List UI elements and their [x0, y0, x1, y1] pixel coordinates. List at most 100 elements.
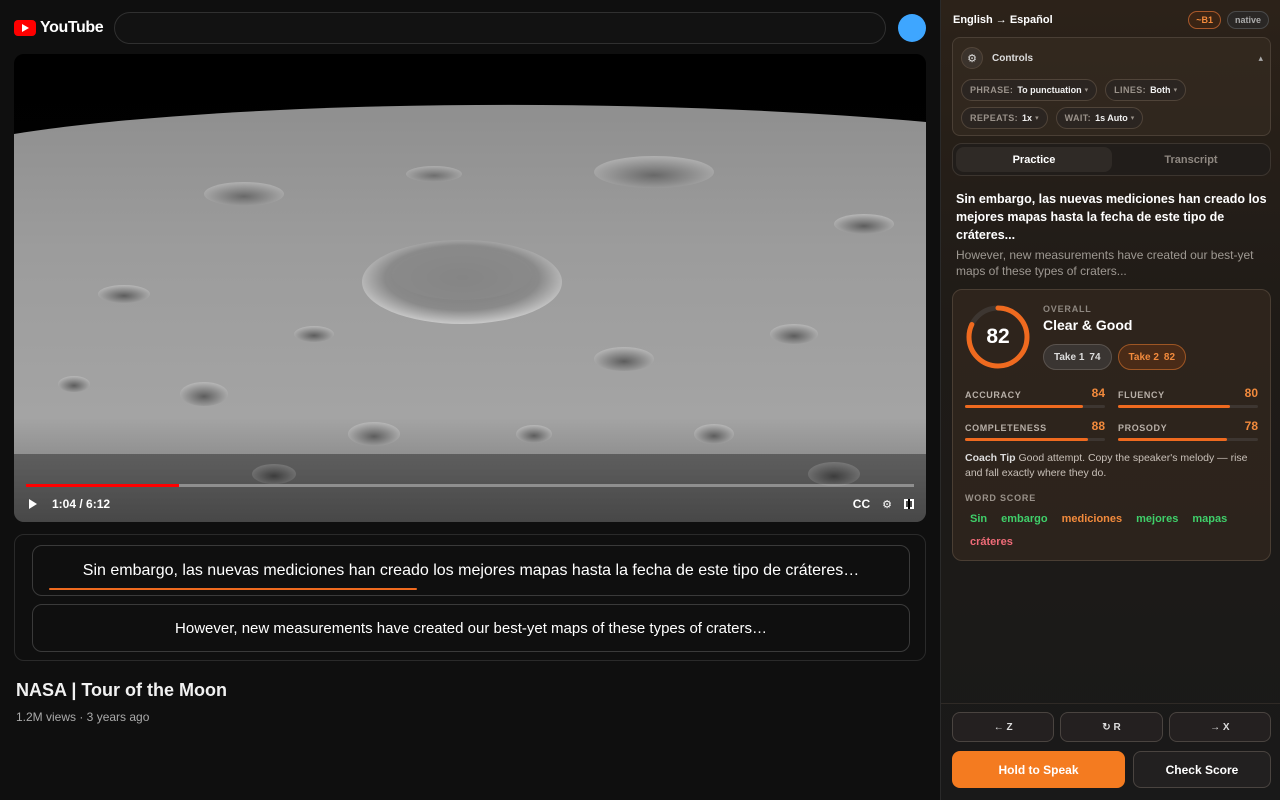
controls-row-2: REPEATS: 1x ▾ WAIT: 1s Auto ▾: [961, 107, 1144, 129]
fullscreen-icon[interactable]: [904, 499, 914, 509]
overall-verdict: Clear & Good: [1043, 317, 1133, 333]
metric-prosody: PROSODY 78: [1118, 417, 1258, 443]
check-score-button[interactable]: Check Score: [1133, 751, 1271, 788]
metric-fill: [965, 438, 1089, 441]
wait-key: WAIT:: [1064, 113, 1092, 123]
coach-tip: Coach Tip Good attempt. Copy the speaker…: [965, 451, 1261, 481]
controls-row-1: PHRASE: To punctuation ▾ LINES: Both ▾: [961, 79, 1187, 101]
gear-icon: ⚙: [961, 47, 983, 69]
word-score-item[interactable]: mediciones: [1057, 510, 1128, 529]
player-controls: 1:04 / 6:12 CC ⚙: [26, 494, 914, 514]
lines-value: Both: [1150, 85, 1171, 95]
language-bar: English → Español ~B1 native: [953, 10, 1269, 30]
metric-completeness: COMPLETENESS 88: [965, 417, 1105, 443]
action-buttons: Hold to Speak Check Score: [952, 751, 1271, 788]
dual-captions-panel: Sin embargo, las nuevas mediciones han c…: [14, 534, 926, 661]
player-controls-right: CC ⚙: [853, 497, 914, 511]
divider: [941, 703, 1280, 704]
youtube-header: YouTube: [14, 12, 926, 44]
take-1-label: Take 1: [1054, 351, 1085, 363]
phrase-translation: However, new measurements have created o…: [956, 248, 1254, 278]
video-progress-fill: [26, 484, 179, 487]
search-input[interactable]: [114, 12, 886, 44]
score-card: 82 OVERALL Clear & Good Take 1 74 Take 2…: [952, 289, 1271, 561]
phrase-value: To punctuation: [1017, 85, 1082, 95]
caption-source-line[interactable]: Sin embargo, las nuevas mediciones han c…: [32, 545, 910, 596]
app-root: YouTube 1:04 / 6:12 CC ⚙ Sin embargo, la…: [0, 0, 1280, 800]
youtube-logo[interactable]: YouTube: [14, 19, 114, 37]
wait-value: 1s Auto: [1095, 113, 1128, 123]
word-score-list: Sin embargo mediciones mejores mapas cráteres: [965, 510, 1261, 556]
avatar[interactable]: [898, 14, 926, 42]
controls-section: ⚙ Controls ▴ PHRASE: To punctuation ▾ LI…: [952, 37, 1271, 136]
metric-track: [965, 405, 1105, 408]
phrase-navigation: ← Z ↻ R → X: [952, 712, 1271, 742]
metric-track: [1118, 405, 1258, 408]
next-phrase-button[interactable]: → X: [1168, 712, 1271, 742]
take-1-score: 74: [1089, 351, 1101, 363]
chevron-down-icon: ▾: [1173, 87, 1178, 94]
metric-label: FLUENCY: [1118, 390, 1165, 400]
caption-source-text: Sin embargo, las nuevas mediciones han c…: [82, 561, 860, 579]
takes-list: Take 1 74 Take 2 82: [1043, 344, 1187, 370]
target-phrase: Sin embargo, las nuevas mediciones han c…: [956, 192, 1267, 242]
controls-label: Controls: [992, 52, 1034, 64]
metric-fill: [1118, 405, 1230, 408]
chevron-down-icon: ▾: [1035, 115, 1039, 122]
metric-label: COMPLETENESS: [965, 423, 1047, 433]
lines-dropdown[interactable]: LINES: Both ▾: [1105, 79, 1187, 101]
video-meta: 1.2M views · 3 years ago: [16, 710, 150, 724]
metric-value: 80: [1244, 386, 1258, 400]
word-score-item[interactable]: cráteres: [965, 533, 1018, 552]
word-score-label: WORD SCORE: [965, 493, 1036, 503]
video-progress-bar[interactable]: [26, 484, 914, 487]
word-score-item[interactable]: embargo: [996, 510, 1052, 529]
level-badge[interactable]: ~B1: [1188, 11, 1221, 29]
take-2-label: Take 2: [1128, 351, 1159, 363]
language-pair: English → Español: [953, 14, 1053, 26]
phrase-key: PHRASE:: [970, 85, 1014, 95]
previous-phrase-button[interactable]: ← Z: [952, 712, 1055, 742]
collapse-caret-icon[interactable]: ▴: [1258, 53, 1263, 64]
take-2-button[interactable]: Take 2 82: [1117, 344, 1187, 370]
controls-header[interactable]: ⚙ Controls ▴: [961, 47, 1263, 69]
repeats-dropdown[interactable]: REPEATS: 1x ▾: [961, 107, 1048, 129]
repeats-key: REPEATS:: [970, 113, 1019, 123]
metric-track: [1118, 438, 1258, 441]
take-1-button[interactable]: Take 1 74: [1043, 344, 1112, 370]
phrase-mode-dropdown[interactable]: PHRASE: To punctuation ▾: [961, 79, 1098, 101]
metric-value: 84: [1091, 386, 1105, 400]
tab-transcript[interactable]: Transcript: [1113, 147, 1269, 172]
metric-label: ACCURACY: [965, 390, 1022, 400]
caption-translation-line[interactable]: However, new measurements have created o…: [32, 604, 910, 652]
metric-fill: [1118, 438, 1228, 441]
metric-accuracy: ACCURACY 84: [965, 384, 1105, 410]
tab-practice[interactable]: Practice: [956, 147, 1112, 172]
chevron-down-icon: ▾: [1084, 87, 1089, 94]
play-icon[interactable]: [28, 499, 38, 509]
repeats-value: 1x: [1022, 113, 1033, 123]
video-player[interactable]: 1:04 / 6:12 CC ⚙: [14, 54, 926, 522]
captions-button[interactable]: CC: [853, 497, 870, 511]
caption-progress-underline: [49, 588, 417, 590]
time-display: 1:04 / 6:12: [52, 497, 111, 511]
metric-fill: [965, 405, 1083, 408]
native-badge[interactable]: native: [1226, 11, 1269, 29]
overall-label: OVERALL: [1043, 304, 1092, 314]
metric-track: [965, 438, 1105, 441]
wait-dropdown[interactable]: WAIT: 1s Auto ▾: [1055, 107, 1144, 129]
language-badges: ~B1 native: [1188, 11, 1269, 29]
video-title: NASA | Tour of the Moon: [16, 680, 227, 700]
overall-score-value: 82: [986, 325, 1010, 348]
settings-icon[interactable]: ⚙: [882, 498, 892, 511]
word-score-item[interactable]: mejores: [1131, 510, 1183, 529]
repeat-phrase-button[interactable]: ↻ R: [1060, 712, 1163, 742]
metric-value: 78: [1244, 419, 1258, 433]
word-score-item[interactable]: mapas: [1187, 510, 1232, 529]
coach-tip-label: Coach Tip: [965, 452, 1016, 464]
youtube-page: YouTube 1:04 / 6:12 CC ⚙ Sin embargo, la…: [0, 0, 940, 800]
word-score-item[interactable]: Sin: [965, 510, 992, 529]
metric-value: 88: [1091, 419, 1105, 433]
hold-to-speak-button[interactable]: Hold to Speak: [952, 751, 1125, 788]
youtube-wordmark: YouTube: [40, 19, 104, 36]
